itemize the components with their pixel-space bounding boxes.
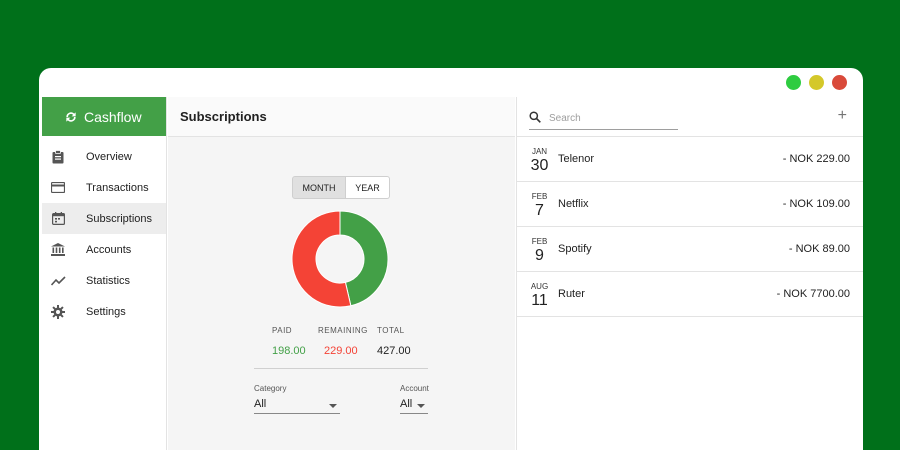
subscription-name: Telenor <box>558 153 595 165</box>
date-month: FEB <box>531 237 548 246</box>
account-value: All <box>400 398 413 410</box>
sidebar-item-subscriptions[interactable]: Subscriptions <box>42 203 166 234</box>
date-day: 30 <box>530 157 549 174</box>
list-item[interactable]: FEB 9 Spotify - NOK 89.00 <box>517 227 863 272</box>
sidebar-item-settings[interactable]: Settings <box>42 296 166 327</box>
sidebar-item-label: Overview <box>86 150 132 163</box>
list-item[interactable]: AUG 11 Ruter - NOK 7700.00 <box>517 272 863 317</box>
list-item[interactable]: FEB 7 Netflix - NOK 109.00 <box>517 182 863 227</box>
date-day: 7 <box>535 202 544 219</box>
date-day: 11 <box>531 292 548 309</box>
gear-icon <box>50 304 66 320</box>
calendar-icon <box>50 211 66 227</box>
paid-value: 198.00 <box>272 345 306 357</box>
sidebar-item-accounts[interactable]: Accounts <box>42 234 166 265</box>
total-value: 427.00 <box>377 345 411 357</box>
page-title: Subscriptions <box>168 97 515 137</box>
year-toggle-button[interactable]: YEAR <box>346 176 390 199</box>
date-month: JAN <box>531 147 548 156</box>
total-label: TOTAL <box>377 326 405 335</box>
remaining-label: REMAINING <box>318 326 368 335</box>
trending-icon <box>50 273 66 289</box>
sidebar: Cashflow Overview Transactions Subscript… <box>42 97 167 450</box>
sidebar-item-statistics[interactable]: Statistics <box>42 265 166 296</box>
bank-icon <box>50 242 66 258</box>
search-input[interactable]: Search <box>549 113 581 124</box>
subscriptions-donut-chart <box>291 210 389 308</box>
brand-header: Cashflow <box>42 97 166 136</box>
list-item[interactable]: JAN 30 Telenor - NOK 229.00 <box>517 137 863 182</box>
subscription-amount: - NOK 109.00 <box>782 198 850 210</box>
sidebar-item-transactions[interactable]: Transactions <box>42 172 166 203</box>
window-controls <box>786 75 847 90</box>
search-icon <box>529 111 541 123</box>
subscription-amount: - NOK 89.00 <box>788 243 850 255</box>
sidebar-nav: Overview Transactions Subscriptions Acco… <box>42 136 166 327</box>
subscription-name: Netflix <box>558 198 589 210</box>
month-toggle-button[interactable]: MONTH <box>292 176 346 199</box>
subscription-name: Ruter <box>558 288 585 300</box>
credit-card-icon <box>50 180 66 196</box>
app-window: Cashflow Overview Transactions Subscript… <box>39 68 863 450</box>
subscription-amount: - NOK 229.00 <box>782 153 850 165</box>
sidebar-item-label: Transactions <box>86 181 149 194</box>
brand-name: Cashflow <box>84 108 142 125</box>
sidebar-item-label: Subscriptions <box>86 212 153 225</box>
minimize-button[interactable] <box>809 75 824 90</box>
subscription-amount: - NOK 7700.00 <box>776 288 850 300</box>
list-header: Search + <box>517 97 863 137</box>
remaining-value: 229.00 <box>324 345 358 357</box>
maximize-button[interactable] <box>786 75 801 90</box>
sidebar-item-label: Settings <box>86 305 126 318</box>
subscription-name: Spotify <box>558 243 592 255</box>
account-label: Account <box>400 384 429 393</box>
add-subscription-button[interactable]: + <box>838 107 847 125</box>
sidebar-item-overview[interactable]: Overview <box>42 141 166 172</box>
subscriptions-list-panel: Search + JAN 30 Telenor - NOK 229.00 FEB… <box>516 97 863 450</box>
close-button[interactable] <box>832 75 847 90</box>
date-month: AUG <box>530 282 549 291</box>
search-underline <box>529 129 678 130</box>
clipboard-icon <box>50 149 66 165</box>
category-label: Category <box>254 384 287 393</box>
category-value: All <box>254 398 267 410</box>
account-underline <box>400 413 428 414</box>
date-month: FEB <box>531 192 548 201</box>
paid-label: PAID <box>272 326 293 335</box>
category-underline <box>254 413 340 414</box>
sidebar-item-label: Accounts <box>86 243 132 256</box>
cashflow-logo-icon <box>66 111 76 122</box>
subscriptions-panel: Subscriptions MONTH YEAR PAID REMAINING … <box>168 97 515 450</box>
date-day: 9 <box>535 247 544 264</box>
sidebar-item-label: Statistics <box>86 274 131 287</box>
divider <box>254 368 428 369</box>
chevron-down-icon <box>417 404 425 408</box>
chevron-down-icon <box>329 404 337 408</box>
period-toggle: MONTH YEAR <box>292 176 390 199</box>
